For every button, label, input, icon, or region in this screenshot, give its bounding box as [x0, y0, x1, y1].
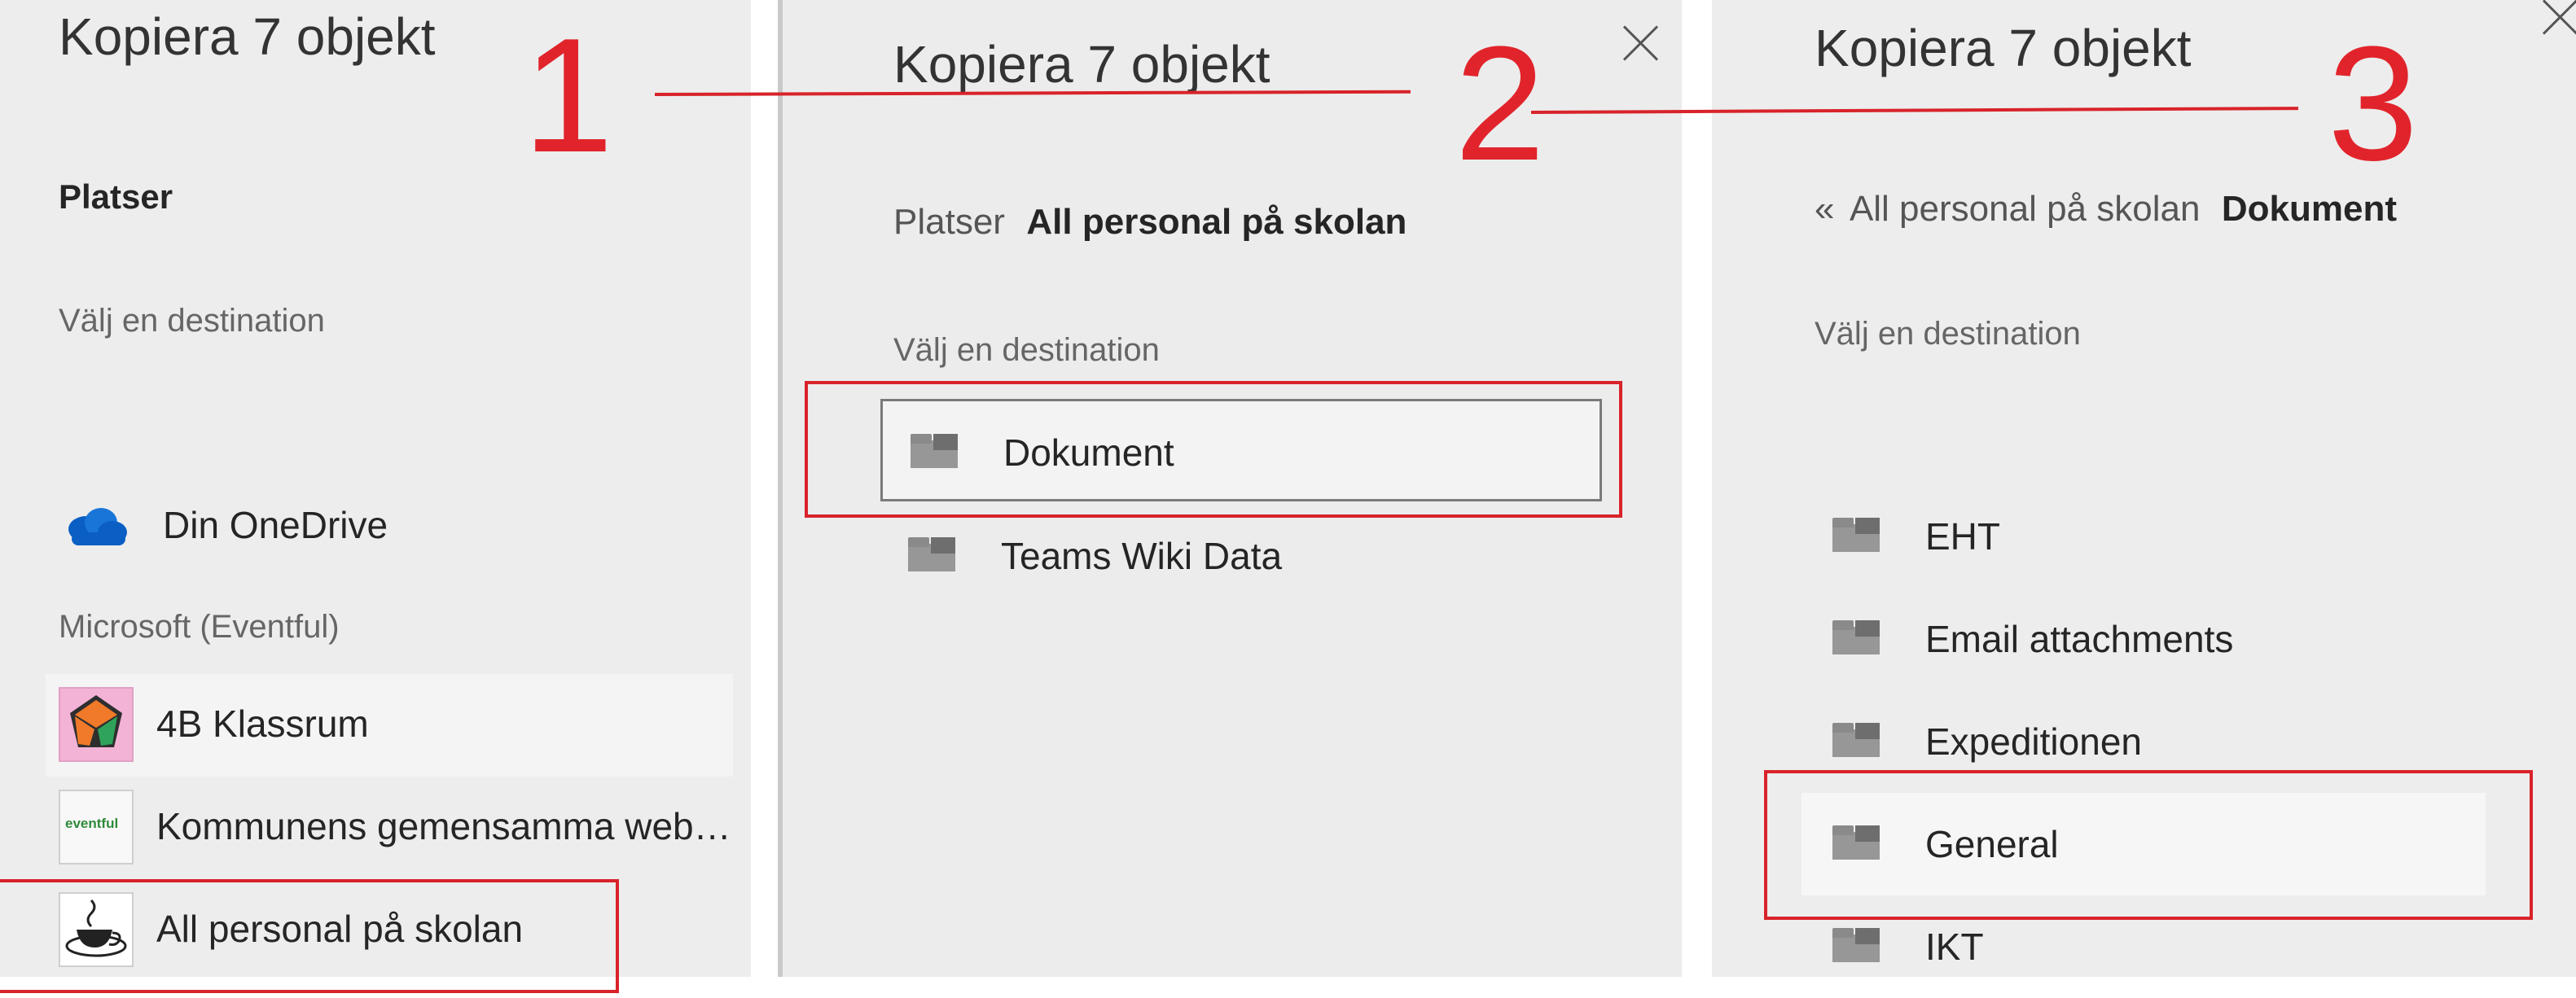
onedrive-cloud-icon: [68, 508, 127, 545]
panel-edge: [778, 0, 783, 977]
breadcrumb-current: Dokument: [2221, 189, 2397, 229]
instruction-text: Välj en destination: [59, 303, 325, 339]
breadcrumb-root[interactable]: Platser: [893, 202, 1005, 242]
locations-panel: Kopiera 7 objekt Platser Välj en destina…: [0, 0, 751, 993]
folder-item-eht[interactable]: EHT: [1801, 485, 2486, 588]
folder-label: Teams Wiki Data: [1001, 535, 1283, 577]
double-chevron-left-icon[interactable]: «: [1815, 189, 1834, 229]
folder-icon: [1832, 518, 1880, 552]
selection-highlight: [805, 381, 1622, 518]
breadcrumb-back[interactable]: All personal på skolan: [1850, 189, 2200, 229]
eventful-logo-icon: eventful: [59, 790, 134, 864]
site-label: 4B Klassrum: [156, 703, 369, 745]
folder-item-teams-wiki-data[interactable]: Teams Wiki Data: [880, 505, 1602, 607]
breadcrumb: « All personal på skolan Dokument: [1815, 189, 2397, 230]
onedrive-label: Din OneDrive: [163, 504, 388, 546]
instruction-text: Välj en destination: [1815, 316, 2081, 352]
site-item-4b-klassrum[interactable]: 4B Klassrum: [46, 674, 733, 777]
folder-label: Expeditionen: [1925, 720, 2142, 763]
folder-icon: [1832, 620, 1880, 654]
section-heading: Platser: [59, 177, 173, 216]
breadcrumb: Platser All personal på skolan: [893, 202, 1406, 243]
dialog-title: Kopiera 7 objekt: [893, 35, 1270, 94]
dodecahedron-logo-icon: [59, 687, 134, 762]
folder-icon: [908, 537, 955, 571]
folder-label: Email attachments: [1925, 618, 2234, 660]
selection-highlight: [1764, 770, 2533, 920]
step-number: 2: [1455, 13, 1546, 195]
close-icon[interactable]: [1622, 24, 1659, 62]
onedrive-item[interactable]: Din OneDrive: [59, 495, 759, 560]
folder-label: EHT: [1925, 515, 2000, 558]
dialog-title: Kopiera 7 objekt: [59, 7, 436, 66]
dialog-title: Kopiera 7 objekt: [1815, 19, 2192, 77]
folder-icon: [1832, 928, 1880, 962]
breadcrumb-current: All personal på skolan: [1026, 202, 1407, 242]
folder-icon: [1832, 723, 1880, 757]
step-number: 1: [523, 5, 614, 186]
selection-highlight: [0, 879, 619, 993]
site-item-kommunens[interactable]: eventful Kommunens gemensamma web…: [46, 777, 733, 879]
close-icon[interactable]: [2541, 0, 2576, 36]
folder-item-email-attachments[interactable]: Email attachments: [1801, 588, 2486, 690]
group-label: Microsoft (Eventful): [59, 609, 340, 645]
instruction-text: Välj en destination: [893, 332, 1160, 368]
step-number: 3: [2328, 13, 2419, 195]
folder-label: IKT: [1925, 926, 1984, 968]
site-label: Kommunens gemensamma web…: [156, 805, 731, 847]
